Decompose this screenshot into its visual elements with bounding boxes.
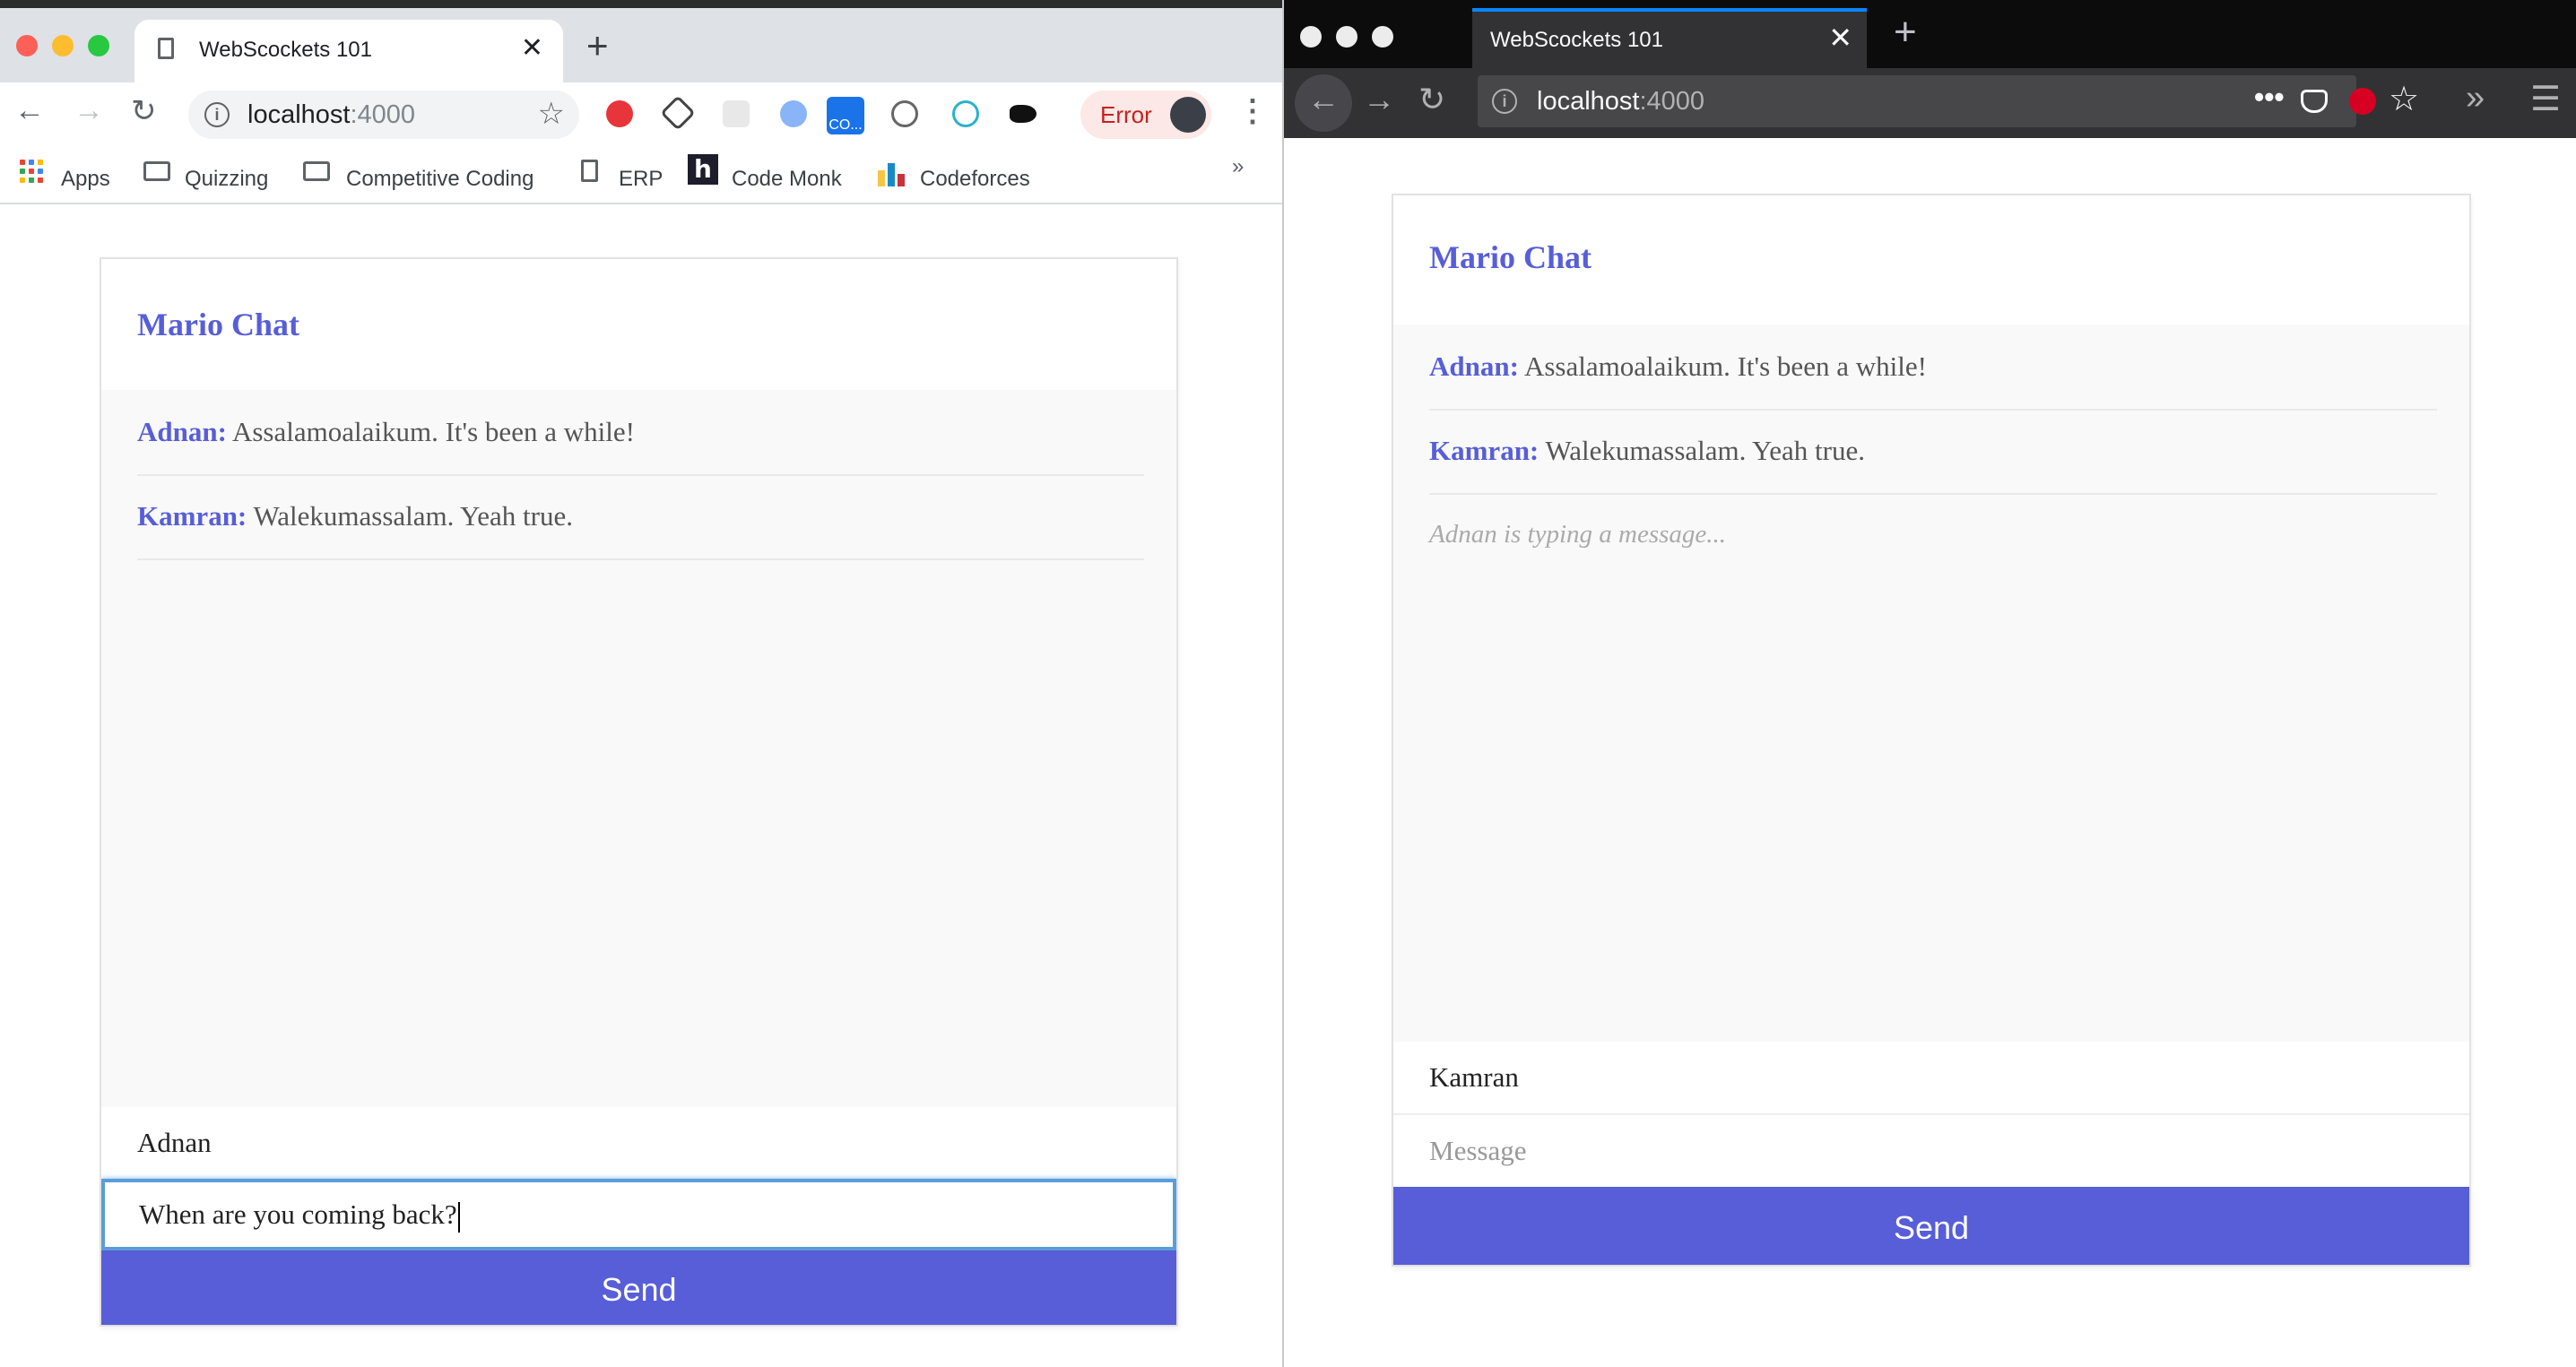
maximize-window-button[interactable] [1372, 26, 1393, 48]
overflow-chevron-icon[interactable]: » [2466, 79, 2485, 117]
send-button[interactable]: Send [101, 1250, 1176, 1325]
close-tab-icon[interactable]: ✕ [1828, 21, 1852, 55]
handle-value: Kamran [1429, 1061, 1519, 1093]
message-text: Walekumassalam. Yeah true. [253, 500, 573, 532]
page-icon [158, 38, 174, 59]
bookmark-star-icon[interactable]: ☆ [538, 96, 565, 132]
url-port: :4000 [350, 100, 416, 129]
message-input[interactable]: Message [1393, 1113, 2469, 1187]
owl-extension-icon[interactable] [780, 100, 807, 127]
codeforces-icon [878, 163, 908, 186]
co-extension-icon[interactable]: CO... [827, 97, 864, 134]
forward-arrow-icon[interactable]: → [74, 93, 104, 128]
message-sender: Kamran: [1429, 435, 1540, 466]
chrome-menu-icon[interactable]: ⋮ [1237, 93, 1268, 129]
hackerearth-icon: h [688, 154, 718, 185]
site-info-icon[interactable]: i [1492, 89, 1517, 114]
document-icon [581, 160, 598, 182]
message-value: When are you coming back? [139, 1198, 457, 1230]
chat-window[interactable]: Adnan: Assalamoalaikum. It's been a whil… [101, 390, 1176, 1107]
folder-icon [303, 161, 330, 181]
chat-title: Mario Chat [1429, 239, 1592, 275]
url-host: localhost [247, 100, 351, 129]
maximize-window-button[interactable] [88, 35, 109, 56]
chrome-top-edge [0, 0, 1284, 8]
chat-message: Adnan: Assalamoalaikum. It's been a whil… [1429, 324, 2437, 411]
send-button[interactable]: Send [1393, 1187, 2469, 1265]
handle-value: Adnan [137, 1127, 212, 1158]
url-text[interactable]: localhost:4000 [247, 100, 415, 130]
message-placeholder: Message [1429, 1135, 1527, 1166]
text-caret [457, 1201, 460, 1233]
minimize-window-button[interactable] [52, 35, 74, 56]
chrome-active-tab[interactable]: WebScockets 101 ✕ [134, 20, 563, 82]
chat-message: Adnan: Assalamoalaikum. It's been a whil… [137, 390, 1144, 476]
url-text[interactable]: localhost:4000 [1537, 87, 1704, 117]
handle-input[interactable]: Kamran [1393, 1042, 2469, 1113]
message-sender: Adnan: [137, 416, 227, 447]
bookmark-star-icon[interactable]: ☆ [2389, 79, 2419, 119]
firefox-window: WebScockets 101 ✕ + ← → ↻ i localhost:40… [1284, 0, 2576, 1367]
co-extension-badge: CO... [828, 117, 863, 133]
page-actions-icon[interactable]: ••• [2254, 81, 2285, 114]
error-label: Error [1100, 101, 1152, 128]
link-extension-icon[interactable] [891, 100, 918, 127]
web-extension-icon[interactable] [952, 100, 979, 127]
back-arrow-icon[interactable]: ← [14, 93, 45, 128]
message-sender: Kamran: [137, 500, 247, 532]
forward-arrow-icon[interactable]: → [1363, 81, 1395, 118]
url-host: localhost [1537, 87, 1640, 116]
hamburger-menu-icon[interactable]: ☰ [2530, 79, 2561, 119]
chat-title: Mario Chat [137, 307, 299, 342]
chat-message: Kamran: Walekumassalam. Yeah true. [137, 474, 1144, 560]
typing-feedback: Adnan is typing a message... [1429, 520, 1727, 549]
bookmarks-overflow-icon[interactable]: » [1232, 154, 1244, 179]
chrome-window: WebScockets 101 ✕ + ← → ↻ i localhost:40… [0, 0, 1284, 1367]
back-arrow-icon[interactable]: ← [1307, 81, 1340, 118]
opera-extension-icon[interactable] [606, 100, 633, 127]
hand-extension-icon[interactable] [723, 100, 750, 127]
chat-window[interactable]: Adnan: Assalamoalaikum. It's been a whil… [1393, 324, 2469, 1042]
avatar [1170, 97, 1206, 133]
message-text: Walekumassalam. Yeah true. [1545, 435, 1865, 466]
message-sender: Adnan: [1429, 350, 1519, 382]
reload-icon[interactable]: ↻ [131, 93, 157, 129]
message-text: Assalamoalaikum. It's been a while! [1523, 350, 1927, 382]
mario-chat-panel: Mario Chat Adnan: Assalamoalaikum. It's … [1392, 194, 2471, 1267]
site-info-icon[interactable]: i [204, 102, 230, 127]
message-input[interactable]: When are you coming back? [101, 1179, 1176, 1250]
profile-error-button[interactable]: Error [1080, 91, 1211, 139]
url-port: :4000 [1639, 87, 1705, 116]
new-tab-button[interactable]: + [586, 27, 609, 65]
folder-icon [143, 161, 170, 181]
bookmark-codeforces[interactable]: Codeforces [920, 167, 1030, 192]
tab-title: WebScockets 101 [1490, 28, 1663, 52]
close-window-button[interactable] [16, 35, 38, 56]
message-text: Assalamoalaikum. It's been a while! [231, 416, 635, 447]
chat-message: Kamran: Walekumassalam. Yeah true. [1429, 409, 2437, 495]
new-tab-button[interactable]: + [1894, 13, 1917, 52]
bookmark-competitive-coding[interactable]: Competitive Coding [346, 167, 533, 192]
address-bar[interactable]: i localhost:4000 ☆ [188, 91, 579, 139]
mario-chat-panel: Mario Chat Adnan: Assalamoalaikum. It's … [100, 257, 1178, 1327]
handle-input[interactable]: Adnan [101, 1107, 1176, 1179]
firefox-active-tab[interactable]: WebScockets 101 ✕ [1472, 8, 1867, 68]
minimize-window-button[interactable] [1336, 26, 1357, 48]
close-window-button[interactable] [1300, 26, 1322, 48]
bookmark-apps[interactable]: Apps [61, 167, 110, 192]
pocket-icon[interactable] [2301, 90, 2328, 113]
bookmark-quizzing[interactable]: Quizzing [185, 167, 268, 192]
extension-icon[interactable] [2349, 88, 2376, 115]
tab-title: WebScockets 101 [199, 38, 372, 62]
fish-extension-icon[interactable] [1010, 105, 1036, 123]
bookmark-code-monk[interactable]: Code Monk [732, 167, 842, 192]
reload-icon[interactable]: ↻ [1418, 81, 1445, 118]
apps-grid-icon [20, 160, 43, 183]
bookmark-erp[interactable]: ERP [619, 167, 663, 192]
close-tab-icon[interactable]: ✕ [521, 32, 543, 64]
address-bar[interactable]: i localhost:4000 ••• [1478, 75, 2356, 127]
